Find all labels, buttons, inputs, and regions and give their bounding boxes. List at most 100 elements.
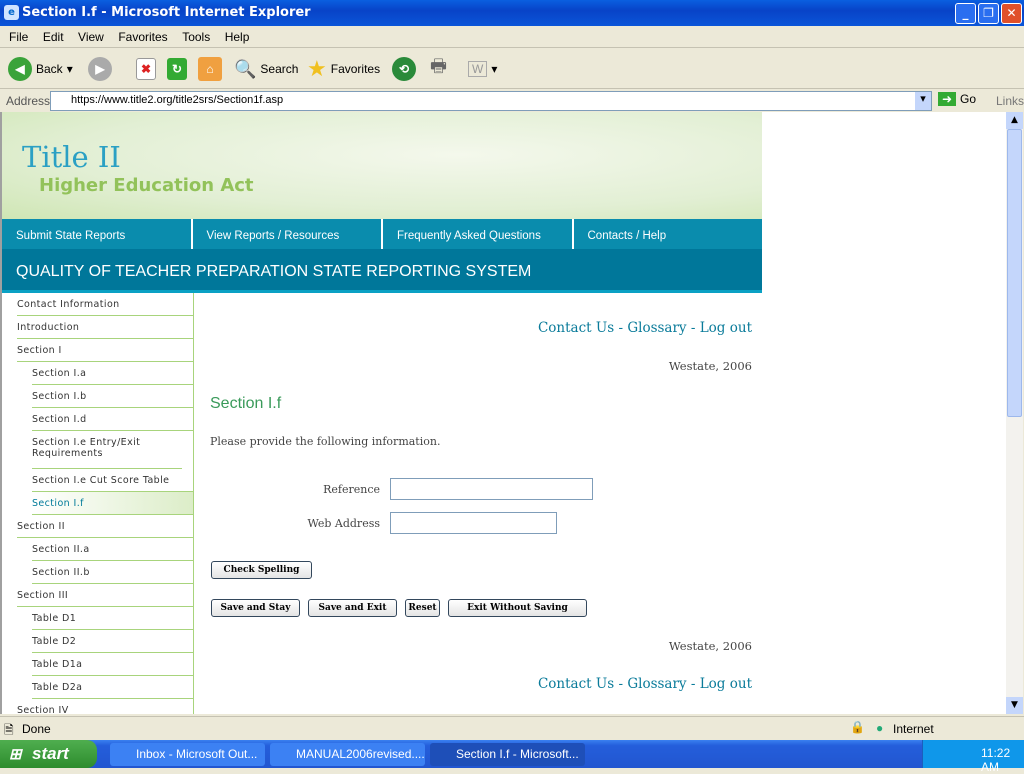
sidebar-item[interactable]: Section II.a	[32, 538, 193, 561]
logout-link[interactable]: Log out	[700, 320, 752, 336]
sidebar-item[interactable]: Section I.f	[32, 492, 193, 515]
task-ie[interactable]: Section I.f - Microsoft...	[430, 743, 585, 766]
menu-bar: File Edit View Favorites Tools Help	[0, 26, 1024, 48]
menu-tools[interactable]: Tools	[182, 30, 210, 44]
reset-button[interactable]: Reset	[405, 599, 440, 617]
sidebar: Contact Information Introduction Section I…	[2, 293, 194, 714]
home-button[interactable]: ⌂	[198, 56, 222, 82]
sidebar-item[interactable]: Table D2	[32, 630, 193, 653]
search-button[interactable]: 🔍 Search	[234, 56, 298, 82]
back-button[interactable]: ◀ Back ▾	[8, 56, 73, 82]
logout-link[interactable]: Log out	[700, 676, 752, 692]
stop-icon: ✖	[136, 58, 156, 80]
separator: -	[614, 320, 628, 336]
task-outlook[interactable]: Inbox - Microsoft Out...	[110, 743, 265, 766]
go-arrow-icon: ➜	[938, 92, 956, 106]
sidebar-item[interactable]: Section I.e Entry/Exit Requirements	[32, 431, 182, 469]
save-and-exit-button[interactable]: Save and Exit	[308, 599, 397, 617]
page-heading: Section I.f	[210, 395, 282, 412]
nav-view-reports[interactable]: View Reports / Resources	[193, 219, 383, 249]
windows-logo-icon: ⊞	[9, 746, 22, 763]
nav-faq[interactable]: Frequently Asked Questions	[383, 219, 574, 249]
nav-submit-state-reports[interactable]: Submit State Reports	[2, 219, 193, 249]
search-icon: 🔍	[234, 58, 257, 79]
menu-favorites[interactable]: Favorites	[118, 30, 167, 44]
status-bar: 🗎 Done 🔒 ● Internet	[0, 716, 1024, 740]
printer-icon: 🖶	[430, 56, 447, 76]
window-title: Section I.f - Microsoft Internet Explore…	[22, 5, 311, 20]
menu-edit[interactable]: Edit	[43, 30, 64, 44]
ie-icon: e	[4, 5, 19, 20]
contact-us-link[interactable]: Contact Us	[538, 676, 614, 692]
logo-subtitle: Higher Education Act	[39, 175, 254, 196]
refresh-button[interactable]: ↻	[167, 56, 187, 82]
go-button[interactable]: ➜ Go	[938, 92, 976, 106]
main-nav: Submit State Reports View Reports / Reso…	[2, 219, 762, 249]
sidebar-item[interactable]: Table D2a	[32, 676, 193, 699]
separator: -	[614, 676, 628, 692]
nav-contacts-help[interactable]: Contacts / Help	[574, 219, 763, 249]
clock: 11:22 AM	[981, 746, 1011, 774]
sidebar-item[interactable]: Table D1a	[32, 653, 193, 676]
globe-icon: ●	[876, 721, 884, 735]
edit-button[interactable]: W ▾	[468, 56, 497, 82]
sidebar-item[interactable]: Table D1	[32, 607, 193, 630]
task-word[interactable]: MANUAL2006revised....	[270, 743, 425, 766]
maximize-button[interactable]: ❐	[978, 3, 999, 24]
refresh-icon: ↻	[167, 58, 187, 80]
sidebar-item[interactable]: Section III	[17, 584, 193, 607]
separator: -	[686, 676, 700, 692]
logo-title: Title II	[22, 140, 121, 174]
scroll-up-icon[interactable]: ▲	[1006, 112, 1023, 129]
address-dropdown-icon[interactable]: ▾	[915, 92, 931, 110]
glossary-link[interactable]: Glossary	[627, 676, 686, 692]
forward-button[interactable]: ▶	[88, 56, 112, 82]
menu-help[interactable]: Help	[225, 30, 250, 44]
bottom-links: Contact Us - Glossary - Log out	[538, 676, 752, 692]
address-input[interactable]: https://www.title2.org/title2srs/Section…	[50, 91, 932, 111]
minimize-button[interactable]: _	[955, 3, 976, 24]
links-button[interactable]: Links	[996, 94, 1024, 108]
star-icon: ★	[307, 56, 327, 81]
forward-arrow-icon: ▶	[88, 57, 112, 81]
exit-without-saving-button[interactable]: Exit Without Saving	[448, 599, 587, 617]
title-bar: e Section I.f - Microsoft Internet Explo…	[0, 0, 1024, 26]
scroll-thumb[interactable]	[1007, 129, 1022, 417]
contact-us-link[interactable]: Contact Us	[538, 320, 614, 336]
menu-file[interactable]: File	[9, 30, 28, 44]
favorites-button[interactable]: ★ Favorites	[307, 56, 380, 82]
close-button[interactable]: ✕	[1001, 3, 1022, 24]
state-year: Westate, 2006	[668, 359, 752, 373]
save-and-stay-button[interactable]: Save and Stay	[211, 599, 300, 617]
system-title: QUALITY OF TEACHER PREPARATION STATE REP…	[2, 249, 762, 293]
vertical-scrollbar[interactable]: ▲ ▼	[1006, 112, 1023, 714]
sidebar-item[interactable]: Section I	[17, 339, 193, 362]
address-bar: Address https://www.title2.org/title2srs…	[0, 90, 1024, 112]
sidebar-item[interactable]: Section II	[17, 515, 193, 538]
check-spelling-button[interactable]: Check Spelling	[211, 561, 312, 579]
status-text: Done	[22, 722, 51, 736]
sidebar-item[interactable]: Section I.d	[32, 408, 193, 431]
scroll-down-icon[interactable]: ▼	[1006, 697, 1023, 714]
start-button[interactable]: ⊞ start	[0, 740, 97, 768]
sidebar-item[interactable]: Section I.e Cut Score Table	[32, 469, 193, 492]
web-address-label: Web Address	[307, 517, 380, 530]
glossary-link[interactable]: Glossary	[627, 320, 686, 336]
top-links: Contact Us - Glossary - Log out	[538, 320, 752, 336]
reference-input[interactable]	[390, 478, 593, 500]
print-button[interactable]: 🖶	[430, 56, 447, 82]
sidebar-item[interactable]: Section IV	[17, 699, 193, 714]
page-content: Title II Higher Education Act Submit Sta…	[0, 112, 1006, 714]
state-year-footer: Westate, 2006	[668, 639, 752, 653]
home-icon: ⌂	[198, 57, 222, 81]
web-address-input[interactable]	[390, 512, 557, 534]
stop-button[interactable]: ✖	[136, 56, 156, 82]
sidebar-item[interactable]: Contact Information	[17, 293, 193, 316]
history-button[interactable]: ⟲	[392, 56, 416, 82]
address-label: Address	[6, 94, 51, 108]
sidebar-item[interactable]: Section I.b	[32, 385, 193, 408]
sidebar-item[interactable]: Introduction	[17, 316, 193, 339]
menu-view[interactable]: View	[78, 30, 104, 44]
sidebar-item[interactable]: Section I.a	[32, 362, 193, 385]
sidebar-item[interactable]: Section II.b	[32, 561, 193, 584]
